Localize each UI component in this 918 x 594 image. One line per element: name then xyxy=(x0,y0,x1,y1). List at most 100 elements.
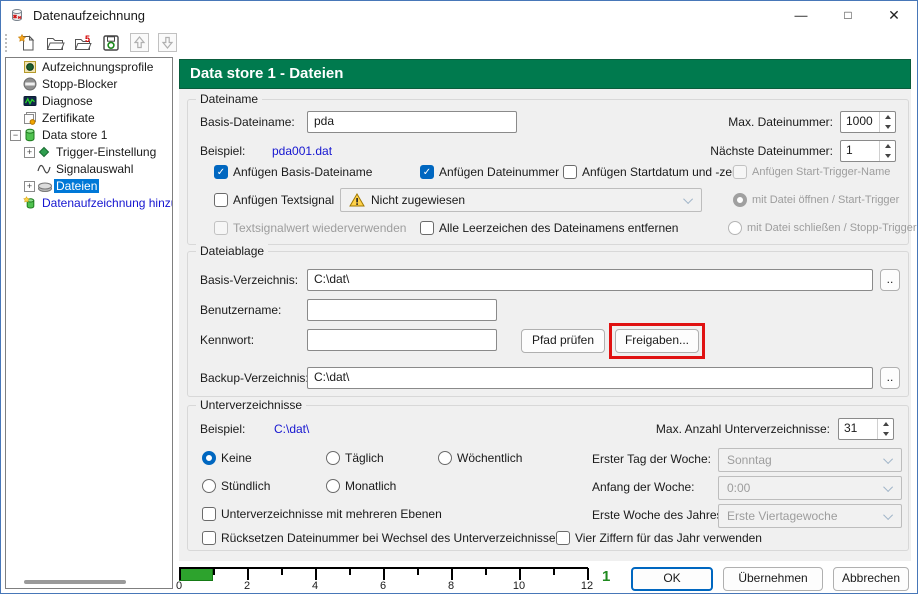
tree-item-dateien[interactable]: +Dateien xyxy=(6,178,172,194)
expand-icon[interactable]: + xyxy=(24,181,35,192)
maximize-icon: □ xyxy=(844,8,851,22)
tree-indent xyxy=(10,62,23,73)
erster-tag-dropdown[interactable]: Sonntag xyxy=(718,448,902,472)
move-down-button[interactable] xyxy=(154,31,180,55)
browse-basis-button[interactable]: .. xyxy=(880,269,900,291)
gauge-tick xyxy=(383,568,385,580)
dropdown-value: 0:00 xyxy=(727,481,750,495)
pfad-pruefen-button[interactable]: Pfad prüfen xyxy=(521,329,605,353)
backup-verzeichnis-label: Backup-Verzeichnis: xyxy=(200,371,309,385)
checkbox-icon xyxy=(733,165,747,179)
down-arrow-icon xyxy=(158,33,177,52)
tree-item-trigger-einstellung[interactable]: +Trigger-Einstellung xyxy=(6,144,172,160)
checkbox-label: Anfügen Textsignal xyxy=(233,193,334,207)
basis-dateiname-input[interactable]: pda xyxy=(307,111,517,133)
naechste-dateinummer-spinner[interactable]: 1 xyxy=(840,140,896,162)
checkbox-anfuegen-start-trigger-name[interactable]: Anfügen Start-Trigger-Name xyxy=(733,164,890,180)
group-unterverzeichnisse: Unterverzeichnisse Beispiel: C:\dat\ Max… xyxy=(187,405,909,551)
textsignal-dropdown[interactable]: Nicht zugewiesen xyxy=(340,188,702,212)
checkbox-ruecksetzen-dateinummer[interactable]: Rücksetzen Dateinummer bei Wechsel des U… xyxy=(202,530,562,546)
backup-verzeichnis-input[interactable]: C:\dat\ xyxy=(307,367,873,389)
app-icon xyxy=(9,7,25,23)
tree-indent xyxy=(10,96,23,107)
spin-up-icon[interactable] xyxy=(878,419,893,429)
checkbox-textsignalwert-wiederverwenden[interactable]: Textsignalwert wiederverwenden xyxy=(214,220,406,236)
abbrechen-button[interactable]: Abbrechen xyxy=(833,567,909,591)
checkbox-label: Unterverzeichnisse mit mehreren Ebenen xyxy=(221,507,442,521)
minimize-button[interactable]: — xyxy=(779,1,823,29)
radio-keine[interactable]: Keine xyxy=(202,450,252,466)
gauge-tick xyxy=(417,568,419,575)
toolbar-grip[interactable] xyxy=(5,34,8,52)
spinner-value[interactable]: 31 xyxy=(839,419,877,439)
spin-down-icon[interactable] xyxy=(880,122,895,132)
ok-button[interactable]: OK xyxy=(631,567,713,591)
checkbox-label: Rücksetzen Dateinummer bei Wechsel des U… xyxy=(221,531,562,545)
radio-icon xyxy=(326,451,340,465)
radio-stuendlich[interactable]: Stündlich xyxy=(202,478,270,494)
open-button[interactable] xyxy=(42,31,68,55)
datastore-icon xyxy=(23,128,40,142)
tree-item-aufzeichnungsprofile[interactable]: Aufzeichnungsprofile xyxy=(6,59,172,75)
uebernehmen-button[interactable]: Übernehmen xyxy=(723,567,823,591)
checkbox-leerzeichen-entfernen[interactable]: Alle Leerzeichen des Dateinamens entfern… xyxy=(420,220,678,236)
radio-taeglich[interactable]: Täglich xyxy=(326,450,384,466)
checkbox-anfuegen-startdatum[interactable]: Anfügen Startdatum und -zeit xyxy=(563,164,738,180)
tree-item-data-store-1[interactable]: −Data store 1 xyxy=(6,127,172,143)
gauge-tick xyxy=(553,568,555,575)
close-button[interactable]: ✕ xyxy=(872,1,916,29)
files-icon xyxy=(37,180,54,193)
checkbox-icon xyxy=(214,221,228,235)
anfang-woche-dropdown[interactable]: 0:00 xyxy=(718,476,902,500)
move-up-button[interactable] xyxy=(126,31,152,55)
spin-up-icon[interactable] xyxy=(880,112,895,122)
basis-verzeichnis-input[interactable]: C:\dat\ xyxy=(307,269,873,291)
collapse-icon[interactable]: − xyxy=(10,130,21,141)
horizontal-scrollbar[interactable] xyxy=(24,580,126,584)
checkbox-anfuegen-basis-dateiname[interactable]: Anfügen Basis-Dateiname xyxy=(214,164,372,180)
tree-item-signalauswahl[interactable]: Signalauswahl xyxy=(6,161,172,177)
max-dateinummer-spinner[interactable]: 1000 xyxy=(840,111,896,133)
browse-backup-button[interactable]: .. xyxy=(880,367,900,389)
checkbox-label: Textsignalwert wiederverwenden xyxy=(233,221,406,235)
checkbox-label: Anfügen Start-Trigger-Name xyxy=(752,166,890,178)
spinner-value[interactable]: 1000 xyxy=(841,112,879,132)
max-unterverzeichnisse-spinner[interactable]: 31 xyxy=(838,418,894,440)
radio-woechentlich[interactable]: Wöchentlich xyxy=(438,450,522,466)
benutzername-input[interactable] xyxy=(307,299,497,321)
save-button[interactable] xyxy=(98,31,124,55)
open-recent-button[interactable]: 5 xyxy=(70,31,96,55)
spin-down-icon[interactable] xyxy=(880,151,895,161)
radio-label: mit Datei öffnen / Start-Trigger xyxy=(752,194,899,206)
gauge-tick xyxy=(587,568,589,580)
radio-mit-datei-schliessen[interactable]: mit Datei schließen / Stopp-Trigger xyxy=(728,220,917,236)
erster-tag-label: Erster Tag der Woche: xyxy=(592,452,711,466)
erste-woche-dropdown[interactable]: Erste Viertagewoche xyxy=(718,504,902,528)
checkbox-anfuegen-textsignal[interactable]: Anfügen Textsignal xyxy=(214,192,334,208)
gauge-tick-label: 4 xyxy=(307,580,323,592)
spin-down-icon[interactable] xyxy=(878,429,893,439)
checkbox-icon xyxy=(563,165,577,179)
tree-item-stopp-blocker[interactable]: Stopp-Blocker xyxy=(6,76,172,92)
maximize-button[interactable]: □ xyxy=(826,1,870,29)
new-profile-button[interactable] xyxy=(14,31,40,55)
checkbox-icon xyxy=(556,531,570,545)
radio-monatlich[interactable]: Monatlich xyxy=(326,478,396,494)
tree-item-zertifikate[interactable]: Zertifikate xyxy=(6,110,172,126)
expand-icon[interactable]: + xyxy=(24,147,35,158)
open-number-icon: 5 xyxy=(73,33,93,53)
max-unterverzeichnisse-label: Max. Anzahl Unterverzeichnisse: xyxy=(568,422,830,436)
checkbox-mehrere-ebenen[interactable]: Unterverzeichnisse mit mehreren Ebenen xyxy=(202,506,442,522)
radio-mit-datei-oeffnen[interactable]: mit Datei öffnen / Start-Trigger xyxy=(733,192,899,208)
checkbox-vier-ziffern[interactable]: Vier Ziffern für das Jahr verwenden xyxy=(556,530,762,546)
gauge-tick xyxy=(315,568,317,580)
spin-up-icon[interactable] xyxy=(880,141,895,151)
checkbox-label: Alle Leerzeichen des Dateinamens entfern… xyxy=(439,221,678,235)
radio-label: Stündlich xyxy=(221,479,270,493)
tree-item-diagnose[interactable]: Diagnose xyxy=(6,93,172,109)
spinner-value[interactable]: 1 xyxy=(841,141,879,161)
add-datastore-icon xyxy=(23,196,40,210)
kennwort-input[interactable] xyxy=(307,329,497,351)
tree-item-datenaufzeichnung-hinzuf-gen[interactable]: Datenaufzeichnung hinzufügen xyxy=(6,195,172,211)
checkbox-anfuegen-dateinummer[interactable]: Anfügen Dateinummer xyxy=(420,164,559,180)
